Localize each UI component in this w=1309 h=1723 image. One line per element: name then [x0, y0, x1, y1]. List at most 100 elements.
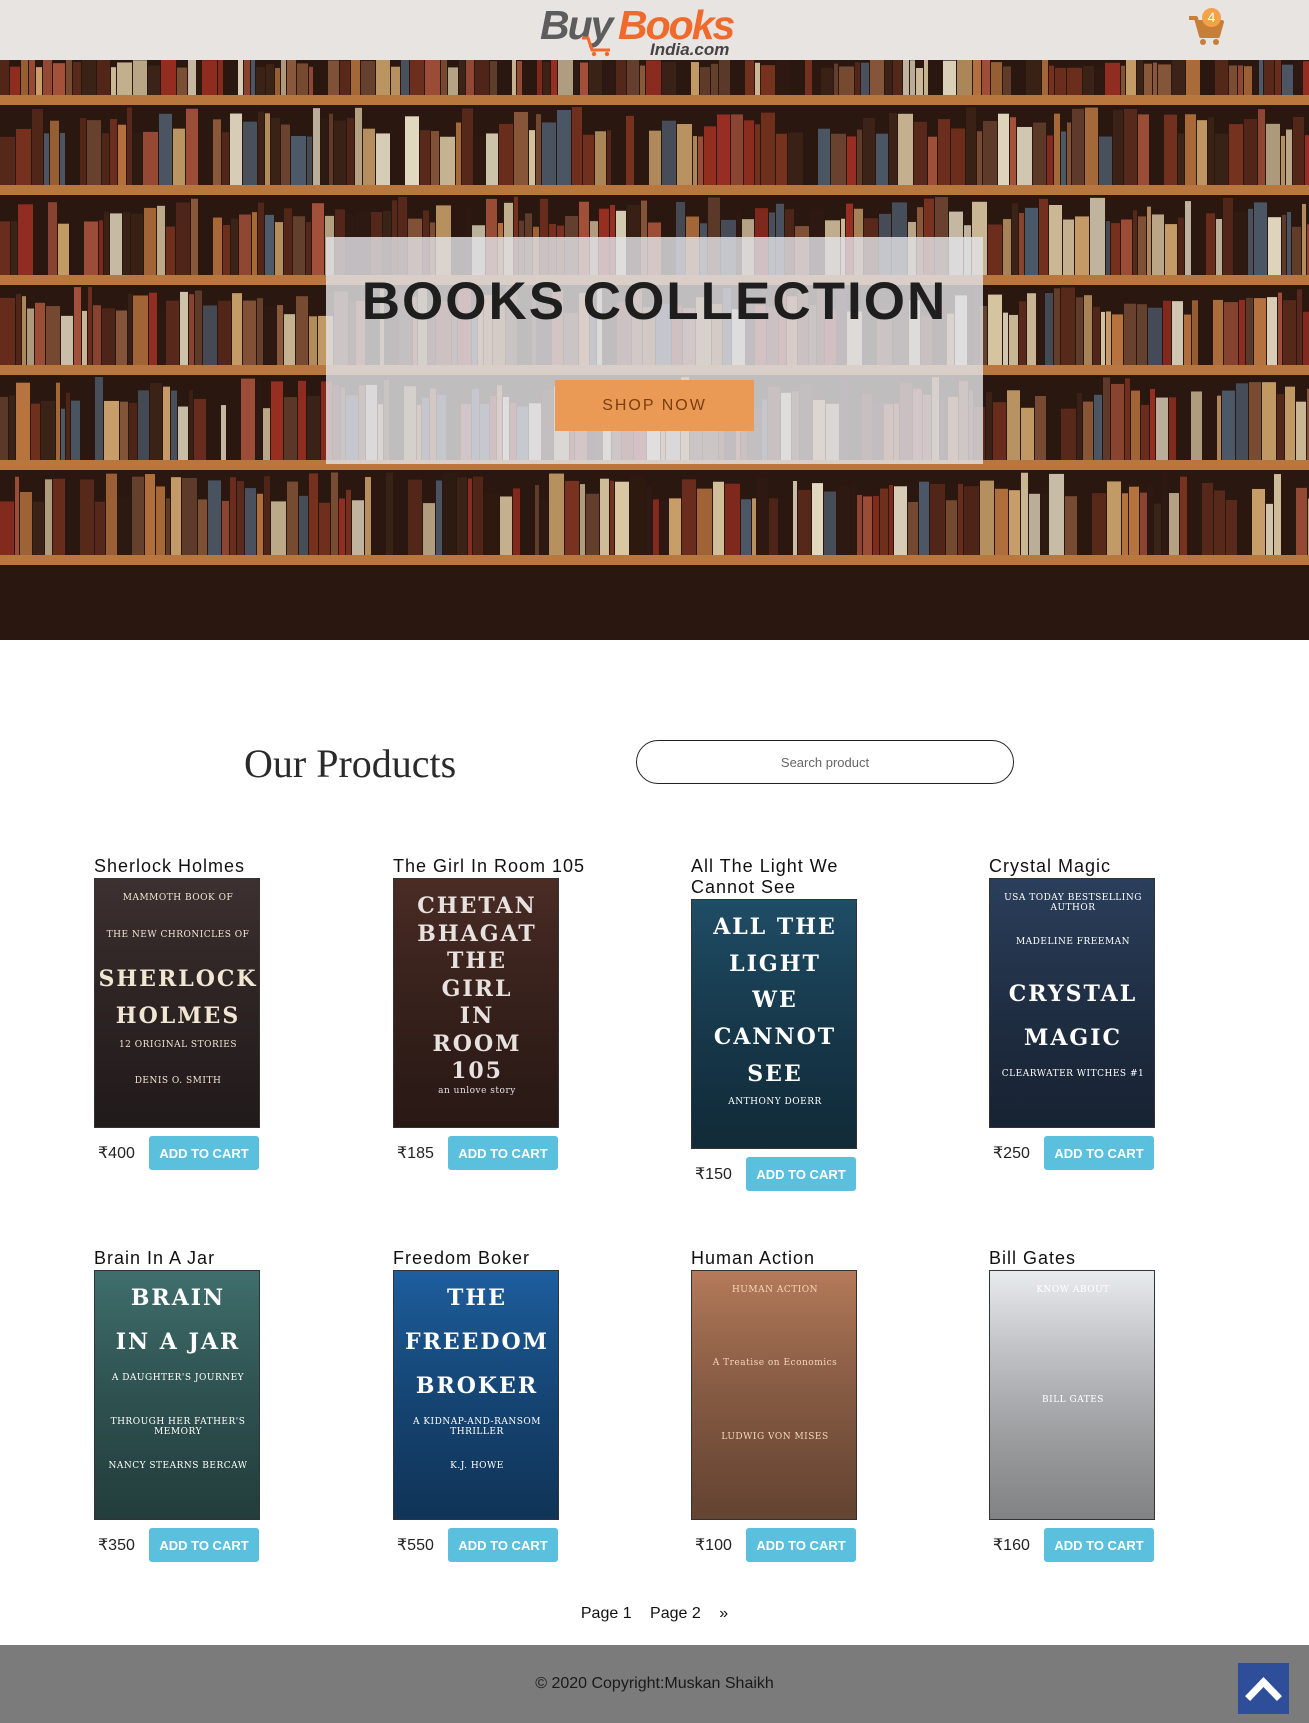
product-footer: ₹250 ADD TO CART [989, 1136, 1209, 1176]
product-price: ₹250 [993, 1145, 1030, 1162]
product-card: Bill Gates KNOW ABOUT BILL GATES ₹160 ADD TO… [989, 1248, 1209, 1568]
cover-text: CANNOT [713, 1024, 837, 1050]
cover-text: BROKER [415, 1373, 539, 1399]
add-to-cart-button[interactable]: ADD TO CART [1044, 1528, 1154, 1562]
product-footer: ₹160 ADD TO CART [989, 1528, 1209, 1568]
search-input[interactable] [636, 740, 1014, 784]
cart-count-badge: 4 [1202, 8, 1221, 27]
hero-panel: BOOKS COLLECTION SHOP NOW [326, 237, 983, 464]
cover-text: A DAUGHTER'S JOURNEY [111, 1373, 245, 1383]
next-page-link[interactable]: » [719, 1605, 728, 1622]
cover-text: BILL GATES [1042, 1395, 1104, 1405]
cover-text: MAGIC [1023, 1025, 1122, 1051]
cover-text: HUMAN ACTION [731, 1285, 819, 1295]
cover-text: USA TODAY BESTSELLING AUTHOR [1004, 893, 1142, 913]
product-title: Freedom Boker [393, 1248, 531, 1268]
product-title: Bill Gates [989, 1248, 1077, 1268]
shop-now-button[interactable]: SHOP NOW [555, 380, 754, 431]
product-footer: ₹150 ADD TO CART [691, 1157, 911, 1197]
cover-text: GIRL [441, 975, 513, 1002]
add-to-cart-button[interactable]: ADD TO CART [448, 1528, 558, 1562]
product-card: Brain In A Jar BRAIN IN A JAR A DAUGHTER'S … [94, 1248, 314, 1568]
cover-text: THE NEW CHRONICLES OF [106, 929, 250, 940]
add-to-cart-button[interactable]: ADD TO CART [149, 1136, 259, 1170]
product-price: ₹400 [98, 1145, 135, 1162]
product-price: ₹350 [98, 1537, 135, 1554]
cover-text: SHERLOCK [98, 966, 258, 993]
cover-text: 105 [451, 1058, 503, 1084]
cover-text: KNOW ABOUT [1036, 1285, 1110, 1295]
cover-text: K.J. HOWE [450, 1461, 504, 1471]
product-footer: ₹550 ADD TO CART [393, 1528, 613, 1568]
book-cover-image[interactable]: USA TODAY BESTSELLING AUTHOR MADELINE FRE… [989, 878, 1155, 1128]
cover-text: CLEARWATER WITCHES #1 [1001, 1069, 1145, 1079]
site-logo[interactable]: Buy Books India.com [540, 0, 740, 60]
book-cover-image[interactable]: KNOW ABOUT BILL GATES [989, 1270, 1155, 1520]
cover-text: HOLMES [115, 1003, 241, 1029]
cover-text: BHAGAT [417, 920, 537, 947]
hero-banner: BOOKS COLLECTION SHOP NOW [0, 60, 1309, 640]
product-price: ₹150 [695, 1166, 732, 1183]
book-cover-image[interactable]: CHETAN BHAGAT THE GIRL IN ROOM 105 an unlove st… [393, 878, 559, 1128]
book-cover-image[interactable]: THE FREEDOM BROKER A KIDNAP-AND-RANSOM THRI… [393, 1270, 559, 1520]
product-title: Human Action [691, 1248, 816, 1268]
pagination: Page 1 Page 2 » [0, 1605, 1309, 1623]
cover-text: LUDWIG VON MISES [721, 1431, 829, 1442]
book-cover-image[interactable]: HUMAN ACTION A Treatise on Economics LUDWI… [691, 1270, 857, 1520]
product-price: ₹550 [397, 1537, 434, 1554]
product-card: Human Action HUMAN ACTION A Treatise on Ec… [691, 1248, 911, 1568]
add-to-cart-button[interactable]: ADD TO CART [448, 1136, 558, 1170]
product-title: All The Light We Cannot See [691, 856, 839, 897]
product-footer: ₹100 ADD TO CART [691, 1528, 911, 1568]
cover-text: LIGHT [729, 950, 821, 977]
add-to-cart-button[interactable]: ADD TO CART [149, 1528, 259, 1562]
page-2-link[interactable]: Page 2 [650, 1605, 701, 1622]
product-card: The Girl In Room 105 CHETAN BHAGAT THE GIRL I… [393, 856, 613, 1176]
add-to-cart-button[interactable]: ADD TO CART [746, 1528, 856, 1562]
cover-text: ROOM [432, 1030, 522, 1057]
cover-text: BRAIN [130, 1285, 226, 1311]
cover-text: FREEDOM [404, 1329, 550, 1355]
scroll-to-top-button[interactable] [1238, 1663, 1289, 1714]
cover-text: 12 ORIGINAL STORIES [118, 1039, 238, 1050]
product-card: Sherlock Holmes MAMMOTH BOOK OF THE NEW CH… [94, 856, 314, 1176]
hero-title: BOOKS COLLECTION [361, 272, 948, 331]
book-cover-image[interactable]: MAMMOTH BOOK OF THE NEW CHRONICLES OF SHER… [94, 878, 260, 1128]
cover-text: THE [447, 1285, 507, 1311]
product-footer: ₹185 ADD TO CART [393, 1136, 613, 1176]
cover-text: DENIS O. SMITH [134, 1076, 222, 1087]
book-cover-image[interactable]: BRAIN IN A JAR A DAUGHTER'S JOURNEY THROUGH… [94, 1270, 260, 1520]
footer: © 2020 Copyright:Muskan Shaikh [0, 1645, 1309, 1723]
logo-domain-text: India.com [650, 40, 730, 59]
cover-art [692, 1271, 856, 1519]
page-1-link[interactable]: Page 1 [581, 1605, 632, 1622]
product-price: ₹160 [993, 1537, 1030, 1554]
cover-text: NANCY STEARNS BERCAW [108, 1461, 248, 1471]
cover-text: A KIDNAP-AND-RANSOM THRILLER [412, 1417, 542, 1437]
product-footer: ₹400 ADD TO CART [94, 1136, 314, 1176]
header-bar: Buy Books India.com 4 [0, 0, 1309, 60]
product-card: Crystal Magic USA TODAY BESTSELLING AUTHO… [989, 856, 1209, 1176]
product-title: Brain In A Jar [94, 1248, 216, 1268]
product-title: Crystal Magic [989, 856, 1112, 876]
cover-text: ANTHONY DOERR [728, 1097, 822, 1108]
chevron-up-icon [1245, 1676, 1282, 1701]
product-price: ₹185 [397, 1145, 434, 1162]
book-cover-image[interactable]: ALL THE LIGHT WE CANNOT SEE ANTHONY DOERR [691, 899, 857, 1149]
cover-text: THROUGH HER FATHER'S MEMORY [110, 1417, 246, 1437]
cover-text: CRYSTAL [1008, 981, 1138, 1007]
product-title: The Girl In Room 105 [393, 856, 586, 876]
cover-text: MAMMOTH BOOK OF [122, 893, 234, 903]
cover-text: ALL THE [713, 914, 837, 940]
product-footer: ₹350 ADD TO CART [94, 1528, 314, 1568]
cover-text: IN A JAR [115, 1329, 241, 1355]
add-to-cart-button[interactable]: ADD TO CART [746, 1157, 856, 1191]
cover-text: A Treatise on Economics [712, 1358, 838, 1369]
products-heading: Our Products [244, 741, 457, 786]
add-to-cart-button[interactable]: ADD TO CART [1044, 1136, 1154, 1170]
cover-text: WE [752, 987, 798, 1014]
cover-text: IN [459, 1003, 495, 1029]
cover-text: THE [447, 948, 507, 974]
cover-text: SEE [747, 1060, 803, 1087]
product-title: Sherlock Holmes [94, 856, 246, 876]
